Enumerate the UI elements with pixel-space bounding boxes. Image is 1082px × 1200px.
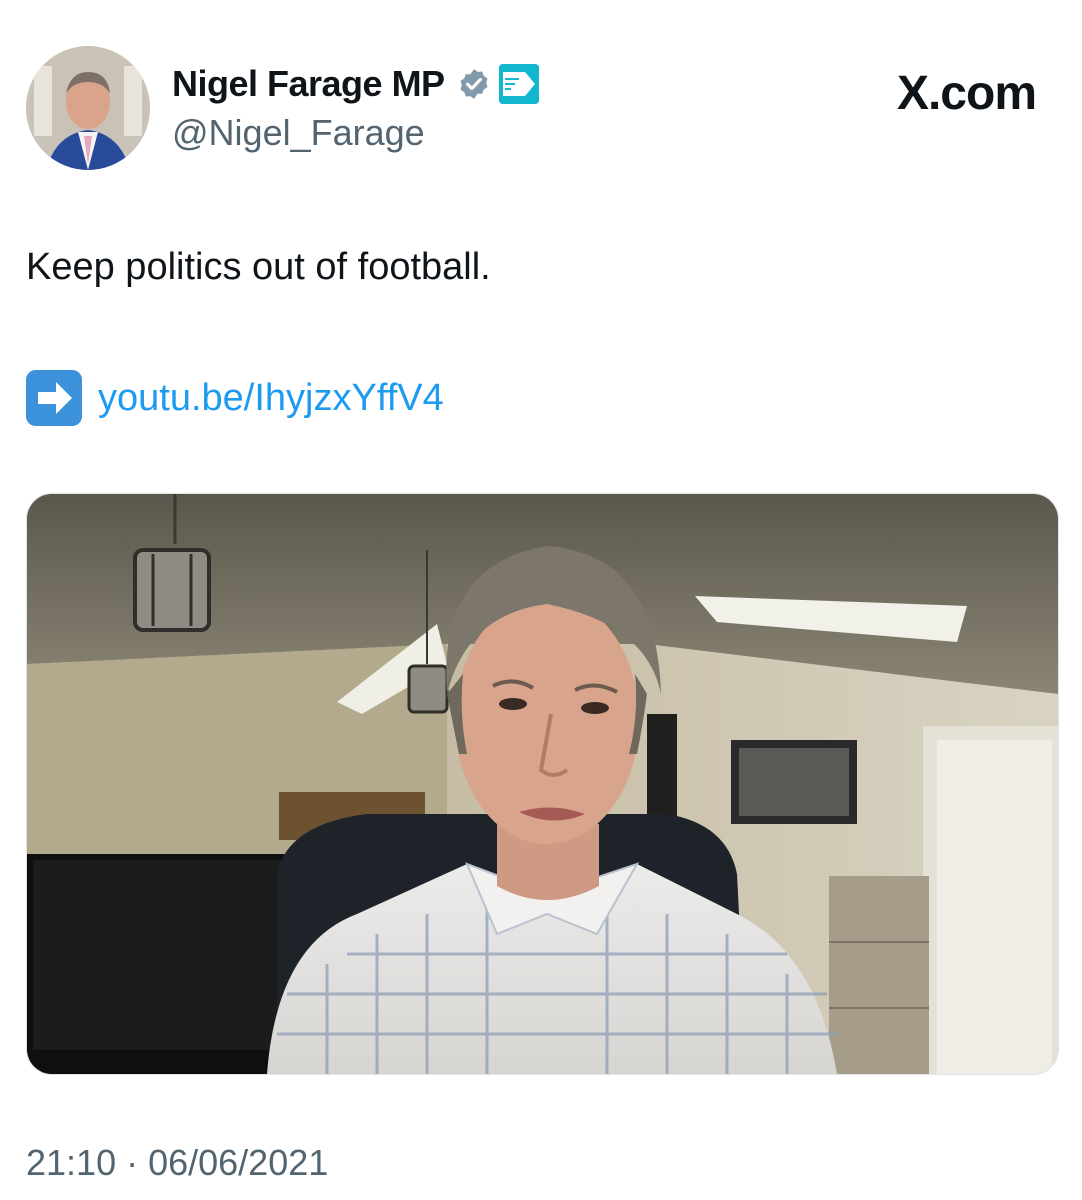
tweet-link-row: youtu.be/IhyjzxYffV4	[26, 370, 444, 426]
author-avatar[interactable]	[26, 46, 150, 170]
verified-badge-icon[interactable]	[457, 67, 491, 101]
youtube-link[interactable]: youtu.be/IhyjzxYffV4	[98, 377, 444, 420]
video-thumbnail	[27, 494, 1058, 1074]
arrow-right-emoji-icon	[26, 370, 82, 426]
tweet-media-image[interactable]	[26, 493, 1059, 1075]
reform-uk-affiliation-icon[interactable]	[498, 64, 539, 104]
author-name-row: Nigel Farage MP	[172, 60, 539, 108]
tweet-timestamp[interactable]: 21:10 · 06/06/2021	[26, 1142, 328, 1184]
author-handle[interactable]: @Nigel_Farage	[172, 112, 425, 154]
tweet-text: Keep politics out of football.	[26, 246, 491, 288]
author-display-name[interactable]: Nigel Farage MP	[172, 63, 445, 105]
avatar-image	[26, 46, 150, 170]
x-com-brand: X.com	[896, 67, 1037, 120]
